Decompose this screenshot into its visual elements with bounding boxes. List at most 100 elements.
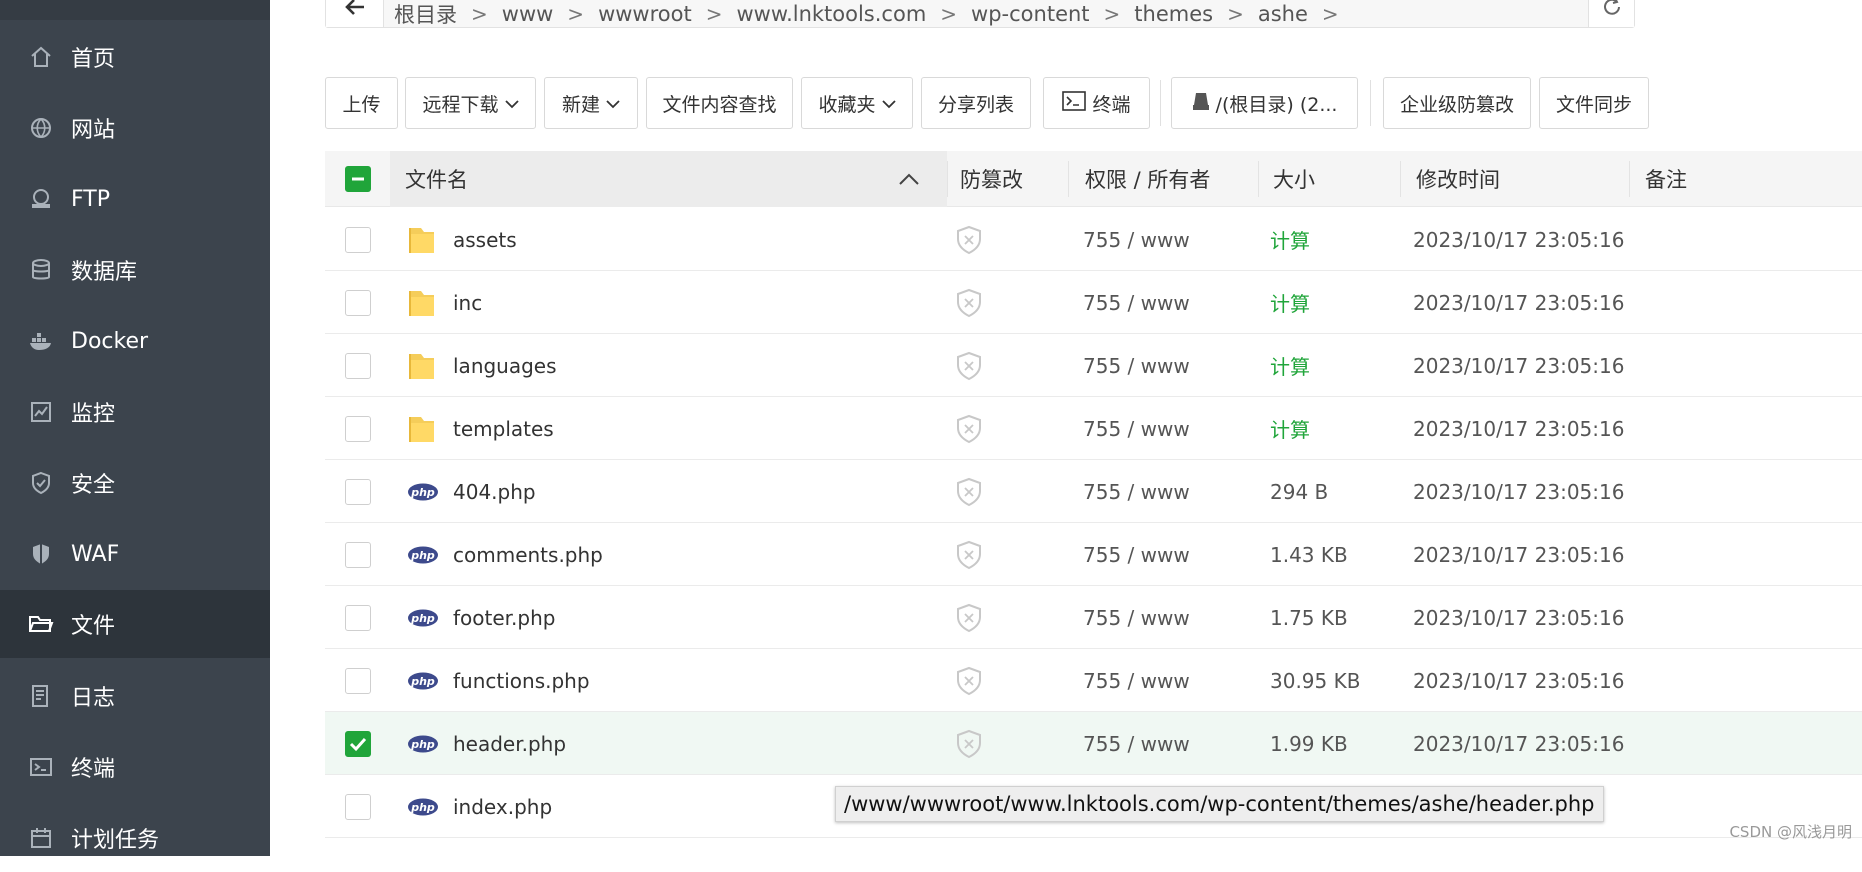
sidebar-item-website[interactable]: 网站 (0, 94, 270, 162)
file-sync-button[interactable]: 文件同步 (1539, 77, 1649, 129)
sidebar-item-waf[interactable]: WAF (0, 520, 270, 588)
table-row[interactable]: assets755 / www计算2023/10/17 23:05:16 (325, 208, 1862, 271)
terminal-button[interactable]: 终端 (1043, 77, 1150, 129)
sidebar-item-monitor[interactable]: 监控 (0, 378, 270, 446)
header-size[interactable]: 大小 (1273, 151, 1315, 207)
row-checkbox[interactable] (345, 479, 371, 505)
sort-asc-icon[interactable] (898, 151, 920, 207)
sidebar-item-ftp[interactable]: FTP (0, 165, 270, 233)
breadcrumb-item[interactable]: ashe (1258, 2, 1308, 26)
breadcrumb-item[interactable]: 根目录 (394, 0, 457, 29)
calc-size-link[interactable]: 计算 (1270, 208, 1310, 271)
row-checkbox[interactable] (345, 605, 371, 631)
sidebar-item-security[interactable]: 安全 (0, 449, 270, 517)
sidebar-item-docker[interactable]: Docker (0, 307, 270, 375)
tamper-proof-button[interactable]: 企业级防篡改 (1383, 77, 1531, 129)
row-checkbox[interactable] (345, 227, 371, 253)
file-name[interactable]: header.php (453, 712, 566, 775)
table-row[interactable]: phpheader.php755 / www1.99 KB2023/10/17 … (325, 712, 1862, 775)
file-permission[interactable]: 755 / www (1083, 712, 1190, 775)
disk-label: /(根目录) (2... (1216, 90, 1338, 117)
calc-size-link[interactable]: 计算 (1270, 271, 1310, 334)
file-permission[interactable]: 755 / www (1083, 586, 1190, 649)
tamper-shield-icon[interactable] (955, 649, 983, 712)
breadcrumb-item[interactable]: www (502, 2, 554, 26)
sidebar-item-files[interactable]: 文件 (0, 590, 270, 658)
file-name[interactable]: inc (453, 271, 482, 334)
breadcrumb-item[interactable]: www.lnktools.com (736, 2, 926, 26)
name-column-header[interactable] (390, 151, 947, 207)
column-divider (1400, 161, 1401, 197)
table-row[interactable]: phpfunctions.php755 / www30.95 KB2023/10… (325, 649, 1862, 712)
row-checkbox[interactable] (345, 290, 371, 316)
file-permission[interactable]: 755 / www (1083, 460, 1190, 523)
sidebar-item-logs[interactable]: 日志 (0, 662, 270, 730)
refresh-button[interactable] (1588, 0, 1634, 27)
file-name[interactable]: comments.php (453, 523, 603, 586)
file-permission[interactable]: 755 / www (1083, 523, 1190, 586)
calc-size-link[interactable]: 计算 (1270, 334, 1310, 397)
file-name[interactable]: 404.php (453, 460, 536, 523)
file-permission[interactable]: 755 / www (1083, 334, 1190, 397)
tamper-shield-icon[interactable] (955, 208, 983, 271)
tamper-shield-icon[interactable] (955, 460, 983, 523)
tamper-shield-icon[interactable] (955, 586, 983, 649)
header-name[interactable]: 文件名 (405, 151, 468, 207)
file-permission[interactable]: 755 / www (1083, 208, 1190, 271)
remote-download-label: 远程下载 (422, 90, 498, 117)
file-name[interactable]: assets (453, 208, 517, 271)
tamper-shield-icon[interactable] (955, 334, 983, 397)
upload-button[interactable]: 上传 (325, 77, 398, 129)
row-checkbox[interactable] (345, 668, 371, 694)
file-permission[interactable]: 755 / www (1083, 397, 1190, 460)
sidebar-item-terminal[interactable]: 终端 (0, 733, 270, 801)
file-permission[interactable]: 755 / www (1083, 271, 1190, 334)
breadcrumb-item[interactable]: wwwroot (598, 2, 692, 26)
php-file-icon: php (407, 476, 437, 508)
header-mtime[interactable]: 修改时间 (1416, 151, 1500, 207)
file-name[interactable]: languages (453, 334, 557, 397)
table-row[interactable]: templates755 / www计算2023/10/17 23:05:16 (325, 397, 1862, 460)
table-row[interactable]: phpcomments.php755 / www1.43 KB2023/10/1… (325, 523, 1862, 586)
favorites-button[interactable]: 收藏夹 (801, 77, 913, 129)
search-content-label: 文件内容查找 (662, 90, 776, 117)
path-tooltip: /www/wwwroot/www.lnktools.com/wp-content… (835, 786, 1604, 822)
file-mtime: 2023/10/17 23:05:16 (1413, 712, 1624, 775)
file-name[interactable]: functions.php (453, 649, 590, 712)
remote-download-button[interactable]: 远程下载 (405, 77, 536, 129)
folder-icon (28, 611, 54, 637)
select-all-checkbox[interactable] (345, 166, 371, 192)
refresh-icon (1601, 0, 1623, 22)
row-checkbox[interactable] (345, 542, 371, 568)
back-button[interactable] (326, 0, 384, 27)
tamper-shield-icon[interactable] (955, 523, 983, 586)
file-name[interactable]: footer.php (453, 586, 555, 649)
row-checkbox[interactable] (345, 794, 371, 820)
table-row[interactable]: php404.php755 / www294 B2023/10/17 23:05… (325, 460, 1862, 523)
row-checkbox[interactable] (345, 416, 371, 442)
search-content-button[interactable]: 文件内容查找 (646, 77, 793, 129)
row-checkbox[interactable] (345, 731, 371, 757)
sidebar-item-home[interactable]: 首页 (0, 23, 270, 91)
table-row[interactable]: languages755 / www计算2023/10/17 23:05:16 (325, 334, 1862, 397)
table-row[interactable]: phpfooter.php755 / www1.75 KB2023/10/17 … (325, 586, 1862, 649)
disk-select-button[interactable]: /(根目录) (2... (1171, 77, 1358, 129)
calc-size-link[interactable]: 计算 (1270, 397, 1310, 460)
new-button[interactable]: 新建 (544, 77, 638, 129)
file-name[interactable]: templates (453, 397, 554, 460)
tamper-shield-icon[interactable] (955, 712, 983, 775)
sidebar-item-database[interactable]: 数据库 (0, 236, 270, 304)
row-checkbox[interactable] (345, 353, 371, 379)
chevron-right-icon: > (1104, 2, 1121, 26)
breadcrumb-item[interactable]: wp-content (971, 2, 1089, 26)
tamper-proof-label: 企业级防篡改 (1400, 90, 1514, 117)
breadcrumb-item[interactable]: themes (1134, 2, 1213, 26)
breadcrumb-path: 根目录> www> wwwroot> www.lnktools.com> wp-… (394, 0, 1353, 29)
file-permission[interactable]: 755 / www (1083, 649, 1190, 712)
sidebar-item-cron[interactable]: 计划任务 (0, 804, 270, 872)
table-row[interactable]: inc755 / www计算2023/10/17 23:05:16 (325, 271, 1862, 334)
tamper-shield-icon[interactable] (955, 397, 983, 460)
share-list-button[interactable]: 分享列表 (921, 77, 1031, 129)
file-name[interactable]: index.php (453, 775, 552, 838)
tamper-shield-icon[interactable] (955, 271, 983, 334)
